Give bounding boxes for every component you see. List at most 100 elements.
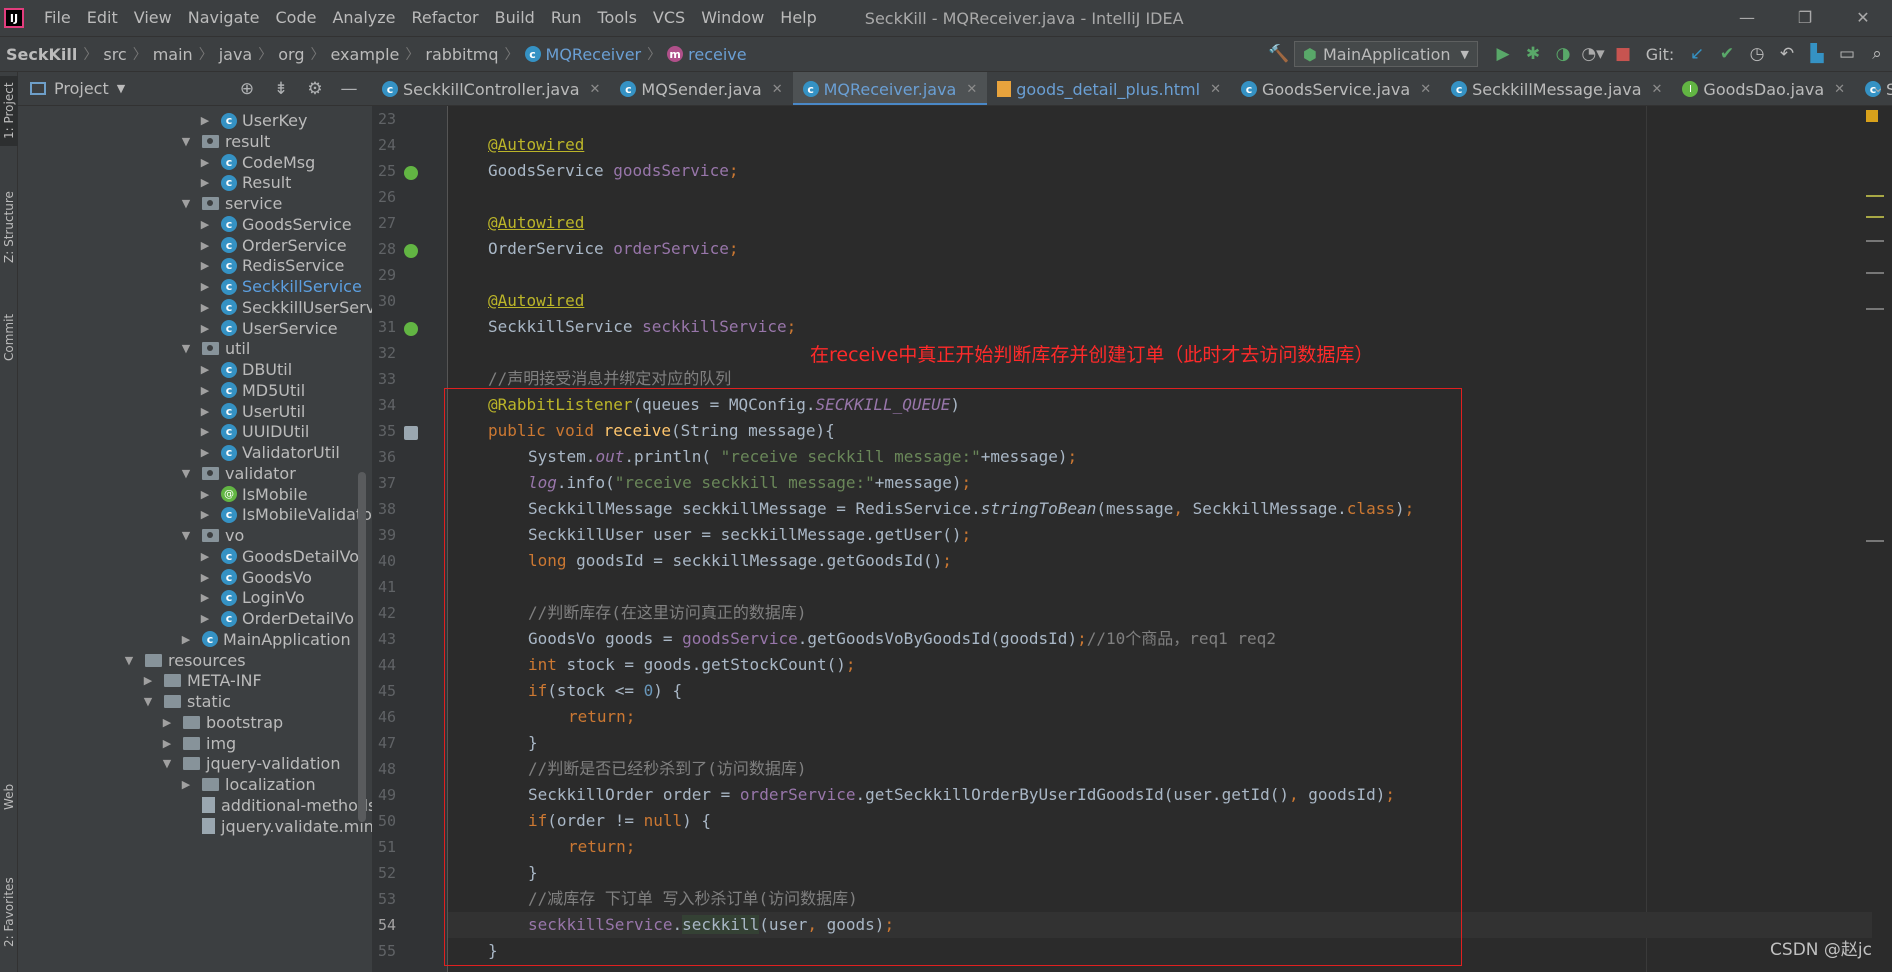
git-update-icon[interactable]: ↙ — [1682, 39, 1712, 69]
history-icon[interactable]: ◷ — [1742, 39, 1772, 69]
breadcrumb-item[interactable]: java — [219, 45, 253, 64]
collapsed-arrow-icon[interactable]: ▶ — [161, 737, 173, 750]
terminal-icon[interactable]: ▭ — [1832, 39, 1862, 69]
editor-tab[interactable]: c MQReceiver.java ✕ — [792, 72, 988, 105]
menu-file[interactable]: File — [36, 0, 79, 36]
error-stripe-mark[interactable] — [1866, 272, 1884, 274]
editor-tab[interactable]: goods_detail_plus.html ✕ — [987, 72, 1231, 105]
collapsed-arrow-icon[interactable]: ▶ — [142, 674, 154, 687]
warning-indicator-icon[interactable] — [1866, 110, 1878, 122]
build-hammer-icon[interactable]: 🔨 — [1264, 39, 1294, 69]
locate-icon[interactable]: ⊕ — [230, 79, 264, 99]
breadcrumb-item[interactable]: main — [153, 45, 193, 64]
collapsed-arrow-icon[interactable]: ▶ — [180, 633, 192, 646]
stop-icon[interactable]: ■ — [1608, 39, 1638, 69]
menu-run[interactable]: Run — [543, 0, 590, 36]
editor-right-scrollbar[interactable] — [1872, 106, 1892, 972]
hide-icon[interactable]: — — [332, 79, 366, 99]
expanded-arrow-icon[interactable]: ▼ — [180, 529, 192, 542]
menu-navigate[interactable]: Navigate — [180, 0, 268, 36]
breadcrumb-item[interactable]: rabbitmq — [425, 45, 498, 64]
menu-view[interactable]: View — [126, 0, 180, 36]
run-config-select[interactable]: ⬢ MainApplication ▼ — [1293, 41, 1478, 67]
editor-tab[interactable]: c MQSender.java ✕ — [610, 72, 792, 105]
editor-tab[interactable]: I GoodsDao.java ✕ — [1672, 72, 1855, 105]
breadcrumb-item[interactable]: org — [278, 45, 304, 64]
breadcrumb-item[interactable]: example — [330, 45, 399, 64]
error-stripe-mark[interactable] — [1866, 240, 1884, 242]
breadcrumb-item[interactable]: c MQReceiver — [524, 45, 641, 64]
expanded-arrow-icon[interactable]: ▼ — [180, 197, 192, 210]
minimize-icon[interactable]: — — [1718, 0, 1776, 36]
editor-tab[interactable]: c GoodsService.java ✕ — [1231, 72, 1441, 105]
commit-tool-tab[interactable]: Commit — [0, 302, 18, 372]
close-tab-icon[interactable]: ✕ — [590, 82, 601, 97]
error-stripe-mark[interactable] — [1866, 308, 1884, 310]
collapsed-arrow-icon[interactable]: ▶ — [199, 322, 211, 335]
collapsed-arrow-icon[interactable]: ▶ — [199, 508, 211, 521]
project-panel-title[interactable]: Project — [54, 79, 109, 98]
restore-icon[interactable]: ❐ — [1776, 0, 1834, 36]
collapsed-arrow-icon[interactable]: ▶ — [199, 176, 211, 189]
close-tab-icon[interactable]: ✕ — [1834, 82, 1845, 97]
breadcrumb-item[interactable]: SeckKill — [6, 45, 77, 64]
chevron-down-icon[interactable]: ▼ — [117, 82, 125, 95]
collapsed-arrow-icon[interactable]: ▶ — [199, 405, 211, 418]
profile-icon[interactable]: ◔▾ — [1578, 39, 1608, 69]
close-tab-icon[interactable]: ✕ — [1420, 82, 1431, 97]
error-stripe-mark[interactable] — [1866, 540, 1884, 542]
spring-bean-gutter-icon[interactable] — [404, 166, 418, 180]
expanded-arrow-icon[interactable]: ▼ — [161, 757, 173, 770]
tree-item[interactable]: jquery.validate.min.js — [180, 814, 372, 839]
menu-refactor[interactable]: Refactor — [404, 0, 487, 36]
collapsed-arrow-icon[interactable]: ▶ — [180, 778, 192, 791]
expanded-arrow-icon[interactable]: ▼ — [180, 342, 192, 355]
menu-vcs[interactable]: VCS — [645, 0, 693, 36]
collapsed-arrow-icon[interactable]: ▶ — [199, 114, 211, 127]
expanded-arrow-icon[interactable]: ▼ — [123, 654, 135, 667]
run-icon[interactable]: ▶ — [1488, 39, 1518, 69]
editor-tab[interactable]: c SeckkillMessage.java ✕ — [1441, 72, 1672, 105]
collapsed-arrow-icon[interactable]: ▶ — [199, 259, 211, 272]
editor-tab[interactable]: c SeckkillController.java ✕ — [372, 72, 610, 105]
collapsed-arrow-icon[interactable]: ▶ — [199, 488, 211, 501]
collapsed-arrow-icon[interactable]: ▶ — [199, 425, 211, 438]
web-tool-tab[interactable]: Web — [0, 772, 18, 822]
menu-tools[interactable]: Tools — [590, 0, 645, 36]
error-stripe-mark[interactable] — [1866, 195, 1884, 197]
menu-code[interactable]: Code — [268, 0, 325, 36]
search-everywhere-icon[interactable]: ⌕ — [1862, 39, 1892, 69]
collapsed-arrow-icon[interactable]: ▶ — [199, 156, 211, 169]
rollback-icon[interactable]: ↶ — [1772, 39, 1802, 69]
expanded-arrow-icon[interactable]: ▼ — [180, 135, 192, 148]
collapsed-arrow-icon[interactable]: ▶ — [199, 239, 211, 252]
collapsed-arrow-icon[interactable]: ▶ — [199, 280, 211, 293]
collapsed-arrow-icon[interactable]: ▶ — [161, 716, 173, 729]
menu-window[interactable]: Window — [693, 0, 772, 36]
collapsed-arrow-icon[interactable]: ▶ — [199, 446, 211, 459]
git-commit-icon[interactable]: ✔ — [1712, 39, 1742, 69]
collapse-all-icon[interactable]: ⇟ — [264, 79, 298, 99]
menu-analyze[interactable]: Analyze — [324, 0, 403, 36]
close-window-icon[interactable]: ✕ — [1834, 0, 1892, 36]
collapsed-arrow-icon[interactable]: ▶ — [199, 301, 211, 314]
close-tab-icon[interactable]: ✕ — [1652, 82, 1663, 97]
collapsed-arrow-icon[interactable]: ▶ — [199, 550, 211, 563]
error-stripe-mark[interactable] — [1866, 216, 1884, 218]
close-tab-icon[interactable]: ✕ — [1210, 82, 1221, 97]
menu-help[interactable]: Help — [772, 0, 824, 36]
tree-scrollbar[interactable] — [358, 472, 366, 822]
collapsed-arrow-icon[interactable]: ▶ — [199, 612, 211, 625]
collapsed-arrow-icon[interactable]: ▶ — [199, 363, 211, 376]
collapsed-arrow-icon[interactable]: ▶ — [199, 591, 211, 604]
structure-tool-tab[interactable]: Z: Structure — [0, 182, 18, 272]
expanded-arrow-icon[interactable]: ▼ — [142, 695, 154, 708]
spring-bean-gutter-icon[interactable] — [404, 244, 418, 258]
project-tool-tab[interactable]: 1: Project — [0, 76, 18, 146]
gear-icon[interactable]: ⚙ — [298, 79, 332, 99]
debug-icon[interactable]: ✱ — [1518, 39, 1548, 69]
collapsed-arrow-icon[interactable]: ▶ — [199, 384, 211, 397]
breadcrumb-item[interactable]: src — [103, 45, 126, 64]
breadcrumb-item[interactable]: m receive — [667, 45, 747, 64]
close-tab-icon[interactable]: ✕ — [966, 82, 977, 97]
